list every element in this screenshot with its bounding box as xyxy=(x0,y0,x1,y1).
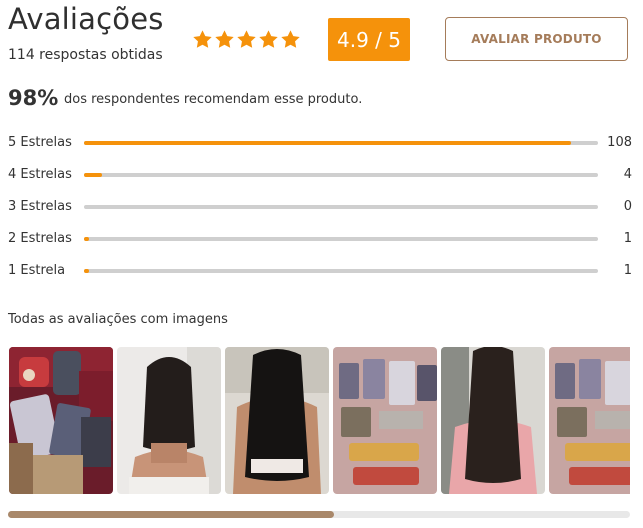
rate-product-button[interactable]: AVALIAR PRODUTO xyxy=(445,17,628,61)
score-badge: 4.9 / 5 xyxy=(328,18,410,61)
rating-row-count: 4 xyxy=(623,167,632,182)
long-hair-pink-shirt-photo xyxy=(441,347,545,494)
rating-bar-fill xyxy=(84,173,102,177)
rating-bar-track xyxy=(84,237,598,241)
product-box-photo xyxy=(9,347,113,494)
rating-bar-track xyxy=(84,173,598,177)
rating-row-count: 108 xyxy=(607,135,632,150)
recommend-text: dos respondentes recomendam esse produto… xyxy=(64,92,363,107)
rating-row-2[interactable]: 2 Estrelas 1 xyxy=(8,230,632,248)
rating-row-label: 3 Estrelas xyxy=(8,199,72,214)
gallery-scrollbar[interactable] xyxy=(8,511,630,518)
products-on-floor-photo xyxy=(549,347,630,494)
rating-row-count: 0 xyxy=(623,199,632,214)
rating-bar-fill xyxy=(84,237,89,241)
rating-row-label: 1 Estrela xyxy=(8,263,66,278)
rating-row-count: 1 xyxy=(623,231,632,246)
rating-row-4[interactable]: 4 Estrelas 4 xyxy=(8,166,632,184)
rating-row-5[interactable]: 5 Estrelas 108 xyxy=(8,134,632,152)
rating-row-3[interactable]: 3 Estrelas 0 xyxy=(8,198,632,216)
rating-bar-track xyxy=(84,141,598,145)
review-image-thumb[interactable] xyxy=(333,347,437,494)
gallery-title: Todas as avaliações com imagens xyxy=(8,312,228,327)
rating-bar-track xyxy=(84,269,598,273)
responses-count: 114 respostas obtidas xyxy=(8,47,163,63)
rating-bar-fill xyxy=(84,141,571,145)
gallery-scrollbar-thumb[interactable] xyxy=(8,511,334,518)
rating-row-count: 1 xyxy=(623,263,632,278)
recommend-percent: 98% xyxy=(8,86,59,110)
products-on-floor-photo xyxy=(333,347,437,494)
rating-bar-track xyxy=(84,205,598,209)
page-title: Avaliações xyxy=(8,2,164,36)
rating-row-label: 4 Estrelas xyxy=(8,167,72,182)
rating-stars xyxy=(192,29,301,50)
long-hair-back-photo xyxy=(225,347,329,494)
review-image-thumb[interactable] xyxy=(441,347,545,494)
star-icon xyxy=(281,30,300,48)
review-image-thumb[interactable] xyxy=(549,347,630,494)
star-icon xyxy=(215,30,234,48)
rating-bar-fill xyxy=(84,269,89,273)
rating-row-label: 2 Estrelas xyxy=(8,231,72,246)
review-image-thumb[interactable] xyxy=(117,347,221,494)
review-image-thumb[interactable] xyxy=(9,347,113,494)
star-icon xyxy=(259,30,278,48)
star-icon xyxy=(237,30,256,48)
rating-row-1[interactable]: 1 Estrela 1 xyxy=(8,262,632,280)
rating-row-label: 5 Estrelas xyxy=(8,135,72,150)
review-image-gallery[interactable] xyxy=(9,347,630,494)
short-hair-back-photo xyxy=(117,347,221,494)
star-icon xyxy=(193,30,212,48)
review-image-thumb[interactable] xyxy=(225,347,329,494)
